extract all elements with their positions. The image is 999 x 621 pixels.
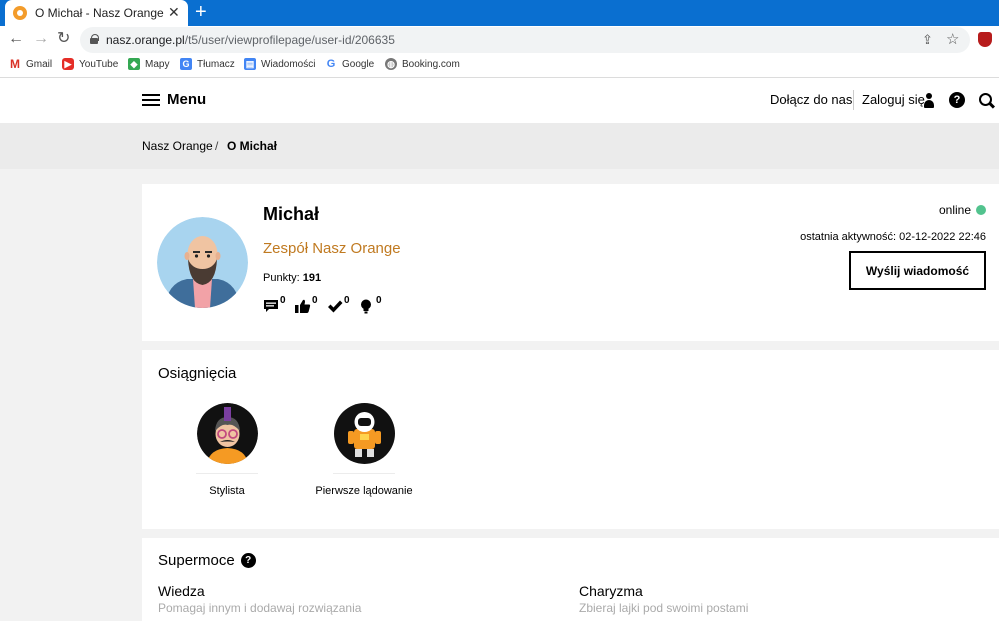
lightbulb-icon (361, 299, 371, 314)
tab-title: O Michał - Nasz Orange (35, 6, 164, 20)
profile-team: Zespół Nasz Orange (263, 240, 401, 257)
thumbs-up-icon (295, 299, 311, 313)
avatar (157, 217, 248, 308)
bookmark-news[interactable]: ▤ Wiadomości (244, 58, 315, 70)
address-bar[interactable]: nasz.orange.pl/t5/user/viewprofilepage/u… (80, 27, 970, 53)
achievement-label: Stylista (209, 485, 245, 497)
achievements-card: Osiągnięcia Stylista Pierwsze lądowanie (142, 350, 999, 529)
bookmark-youtube[interactable]: ▶ YouTube (62, 58, 118, 70)
send-message-button[interactable]: Wyślij wiadomość (849, 251, 986, 290)
bookmark-star-icon[interactable]: ☆ (946, 30, 959, 48)
stylist-badge-icon (196, 403, 258, 464)
checkmark-icon (328, 300, 343, 313)
url-text[interactable]: nasz.orange.pl/t5/user/viewprofilepage/u… (106, 33, 395, 47)
user-icon[interactable] (924, 93, 934, 108)
translate-icon: G (180, 58, 192, 70)
profile-name: Michał (263, 204, 320, 224)
browser-toolbar: ← → ↻ nasz.orange.pl/t5/user/viewprofile… (0, 26, 999, 54)
google-icon: G (325, 58, 337, 70)
menu-button[interactable]: Menu (167, 91, 206, 108)
stat-solutions[interactable]: 0 (327, 295, 350, 316)
back-icon[interactable]: ← (8, 30, 24, 48)
superpower-name: Wiedza (158, 583, 205, 599)
superpower-item: Charyzma Zbieraj lajki pod swoimi postam… (579, 583, 748, 615)
bookmarks-bar: M Gmail ▶ YouTube ◆ Mapy G Tłumacz ▤ Wiadomoś… (0, 54, 999, 78)
stat-count: 0 (376, 295, 382, 306)
browser-tab[interactable]: O Michał - Nasz Orange ✕ (5, 0, 188, 26)
stat-comments[interactable]: 0 (263, 295, 286, 316)
header-divider (853, 90, 854, 110)
share-icon[interactable]: ⇪ (922, 32, 933, 48)
maps-icon: ◆ (128, 58, 140, 70)
superpowers-title: Supermoce ? (158, 552, 256, 569)
reload-icon[interactable]: ↻ (57, 30, 70, 48)
badge-divider (196, 473, 258, 474)
news-icon: ▤ (244, 58, 256, 70)
profile-stats: 0 0 0 0 (263, 295, 382, 316)
search-icon[interactable] (979, 93, 992, 106)
new-tab-icon[interactable]: + (195, 2, 207, 22)
superpowers-card: Supermoce ? Wiedza Pomagaj innym i dodaw… (142, 538, 999, 621)
achievement-label: Pierwsze lądowanie (315, 485, 413, 497)
points-value: 191 (302, 272, 322, 284)
superpower-description: Pomagaj innym i dodawaj rozwiązania (158, 601, 362, 615)
last-activity: ostatnia aktywność: 02-12-2022 22:46 (800, 231, 986, 243)
comment-icon (264, 300, 278, 312)
achievements-title: Osiągnięcia (158, 365, 237, 382)
stat-count: 0 (344, 295, 350, 306)
breadcrumb: Nasz Orange / O Michał (0, 123, 999, 169)
site-header: Menu Dołącz do nas Zaloguj się ? (0, 78, 999, 123)
bookmark-gmail[interactable]: M Gmail (9, 58, 52, 70)
astronaut-badge-icon (333, 403, 395, 464)
stat-count: 0 (312, 295, 318, 306)
youtube-icon: ▶ (62, 58, 74, 70)
superpower-description: Zbieraj lajki pod swoimi postami (579, 601, 749, 615)
breadcrumb-separator: / (215, 139, 219, 153)
superpower-name: Charyzma (579, 583, 643, 599)
superpower-item: Wiedza Pomagaj innym i dodawaj rozwiązan… (158, 583, 361, 615)
bookmark-booking[interactable]: ◍ Booking.com (385, 58, 460, 70)
login-link[interactable]: Zaloguj się (862, 92, 925, 107)
help-icon[interactable]: ? (949, 92, 965, 108)
lock-icon (90, 34, 99, 44)
extension-shield-icon[interactable] (978, 32, 992, 47)
profile-card: Michał Zespół Nasz Orange Punkty: 191 0 … (142, 184, 999, 341)
bookmark-maps[interactable]: ◆ Mapy (128, 58, 169, 70)
achievement-item[interactable]: Pierwsze lądowanie (294, 403, 434, 497)
breadcrumb-current: O Michał (227, 139, 278, 153)
join-link[interactable]: Dołącz do nas (770, 92, 852, 107)
stat-ideas[interactable]: 0 (359, 295, 382, 316)
bookmark-google[interactable]: G Google (325, 58, 374, 70)
profile-points: Punkty: 191 (263, 272, 322, 284)
stat-likes[interactable]: 0 (295, 295, 318, 316)
hamburger-icon[interactable] (142, 94, 160, 107)
breadcrumb-home-link[interactable]: Nasz Orange (142, 139, 213, 153)
gmail-icon: M (9, 57, 21, 71)
forward-icon[interactable]: → (33, 30, 49, 48)
online-dot-icon (976, 205, 986, 215)
achievement-item[interactable]: Stylista (157, 403, 297, 497)
stat-count: 0 (280, 295, 286, 306)
close-tab-icon[interactable]: ✕ (168, 4, 180, 20)
orange-favicon-icon (13, 6, 27, 20)
help-icon[interactable]: ? (240, 553, 256, 568)
online-status: online (939, 203, 986, 217)
bookmark-translate[interactable]: G Tłumacz (180, 58, 235, 70)
browser-tab-bar: O Michał - Nasz Orange ✕ + (0, 0, 999, 26)
badge-divider (333, 473, 395, 474)
globe-icon: ◍ (385, 58, 397, 70)
